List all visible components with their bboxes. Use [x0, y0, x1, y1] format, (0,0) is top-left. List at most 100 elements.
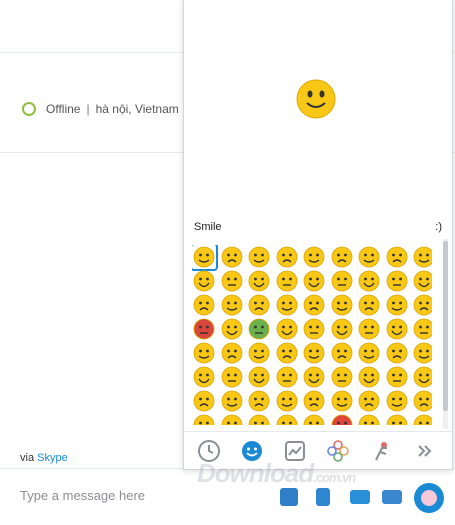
emoticon-cell[interactable] — [275, 245, 299, 269]
offline-status-icon — [22, 102, 36, 116]
emoticon-cell[interactable] — [385, 317, 409, 341]
emoticon-cell[interactable] — [412, 389, 432, 413]
contact-status: Offline | hà nội, Vietnam — [22, 102, 179, 116]
emoticon-cell[interactable] — [302, 317, 326, 341]
emoticon-cell[interactable] — [412, 245, 432, 269]
emoticon-name: Smile — [194, 221, 222, 233]
emoticon-cell[interactable] — [330, 389, 354, 413]
emoticon-picker: Smile :) — [183, 0, 453, 470]
send-file-icon[interactable] — [280, 488, 298, 506]
emoticon-cell[interactable] — [385, 293, 409, 317]
emoticon-cell[interactable] — [385, 341, 409, 365]
via-prefix: via — [20, 452, 35, 464]
emoticon-cell[interactable] — [330, 317, 354, 341]
emoticon-cell[interactable] — [247, 293, 271, 317]
emoticon-cell[interactable] — [220, 293, 244, 317]
emoticon-cell[interactable] — [192, 269, 216, 293]
emoticon-cell[interactable] — [247, 365, 271, 389]
via-skype-link[interactable]: Skype — [37, 452, 68, 464]
emoticon-cell[interactable] — [357, 293, 381, 317]
emoticon-cell[interactable] — [330, 365, 354, 389]
emoticon-cell[interactable] — [302, 341, 326, 365]
contact-card-icon[interactable] — [382, 490, 402, 504]
emoticon-cell[interactable] — [302, 413, 326, 425]
emoticon-cell[interactable] — [220, 365, 244, 389]
emoticon-cell[interactable] — [385, 413, 409, 425]
watermark-suffix: .com.vn — [313, 470, 356, 485]
emoticon-cell[interactable] — [275, 269, 299, 293]
emoticon-cell[interactable] — [192, 341, 216, 365]
emoticon-cell[interactable] — [357, 341, 381, 365]
emoticon-cell[interactable] — [220, 245, 244, 269]
emoticon-cell[interactable] — [330, 245, 354, 269]
emoticon-cell[interactable] — [330, 293, 354, 317]
emoticon-cell[interactable] — [330, 413, 354, 425]
emoticon-cell[interactable] — [412, 413, 432, 425]
emoticon-cell[interactable] — [192, 413, 216, 425]
emoticon-cell[interactable] — [412, 341, 432, 365]
watermark-text: Download — [197, 458, 314, 488]
emoticon-cell[interactable] — [357, 269, 381, 293]
scrollbar[interactable] — [443, 239, 448, 429]
emoticon-cell[interactable] — [192, 245, 218, 271]
emoticon-cell[interactable] — [220, 341, 244, 365]
emoticon-cell[interactable] — [247, 269, 271, 293]
emoticon-cell[interactable] — [275, 317, 299, 341]
emoticon-cell[interactable] — [220, 413, 244, 425]
emoticon-cell[interactable] — [357, 317, 381, 341]
emoticon-cell[interactable] — [302, 245, 326, 269]
sports-icon[interactable] — [368, 438, 394, 464]
emoticon-cell[interactable] — [385, 365, 409, 389]
emoticon-cell[interactable] — [220, 269, 244, 293]
via-line: via Skype — [20, 452, 68, 464]
video-message-icon[interactable] — [350, 490, 370, 504]
emoticon-cell[interactable] — [247, 341, 271, 365]
emoticon-cell[interactable] — [357, 389, 381, 413]
emoticon-cell[interactable] — [412, 365, 432, 389]
emoticon-cell[interactable] — [357, 365, 381, 389]
emoticon-cell[interactable] — [275, 389, 299, 413]
message-input[interactable]: Type a message here — [20, 488, 145, 503]
emoticon-grid — [192, 245, 432, 425]
emoticon-cell[interactable] — [357, 413, 381, 425]
more-icon[interactable] — [411, 438, 437, 464]
emoticon-cell[interactable] — [275, 413, 299, 425]
emoticon-icon — [421, 490, 437, 506]
emoticon-cell[interactable] — [192, 293, 216, 317]
emoticon-cell[interactable] — [247, 413, 271, 425]
emoticon-cell[interactable] — [192, 389, 216, 413]
location-text: hà nội, Vietnam — [95, 102, 179, 116]
emoticon-cell[interactable] — [385, 389, 409, 413]
emoticon-button[interactable] — [414, 483, 444, 513]
emoticon-cell[interactable] — [192, 365, 216, 389]
status-text: Offline — [46, 102, 81, 116]
status-separator: | — [86, 102, 90, 116]
emoticon-cell[interactable] — [412, 317, 432, 341]
emoticon-cell[interactable] — [275, 341, 299, 365]
emoticon-cell[interactable] — [412, 293, 432, 317]
emoticon-cell[interactable] — [302, 365, 326, 389]
scroll-thumb[interactable] — [443, 241, 448, 411]
emoticon-cell[interactable] — [220, 389, 244, 413]
emoticon-cell[interactable] — [247, 245, 271, 269]
emoticon-cell[interactable] — [220, 317, 244, 341]
emoticon-cell[interactable] — [385, 269, 409, 293]
emoticon-cell[interactable] — [275, 365, 299, 389]
emoticon-cell[interactable] — [247, 317, 271, 341]
emoticon-cell[interactable] — [192, 317, 216, 341]
emoticon-cell[interactable] — [330, 269, 354, 293]
smile-preview-icon — [296, 79, 336, 119]
emoticon-cell[interactable] — [247, 389, 271, 413]
emoticon-cell[interactable] — [330, 341, 354, 365]
emoticon-shortcut: :) — [435, 221, 442, 233]
emoticon-cell[interactable] — [412, 269, 432, 293]
emoticon-cell[interactable] — [385, 245, 409, 269]
emoticon-cell[interactable] — [302, 269, 326, 293]
watermark-logo: Download.com.vn — [197, 458, 356, 489]
emoticon-cell[interactable] — [357, 245, 381, 269]
emoticon-cell[interactable] — [302, 389, 326, 413]
document-icon[interactable] — [316, 488, 330, 506]
emoticon-title-row: Smile :) — [194, 221, 442, 233]
emoticon-cell[interactable] — [302, 293, 326, 317]
emoticon-cell[interactable] — [275, 293, 299, 317]
